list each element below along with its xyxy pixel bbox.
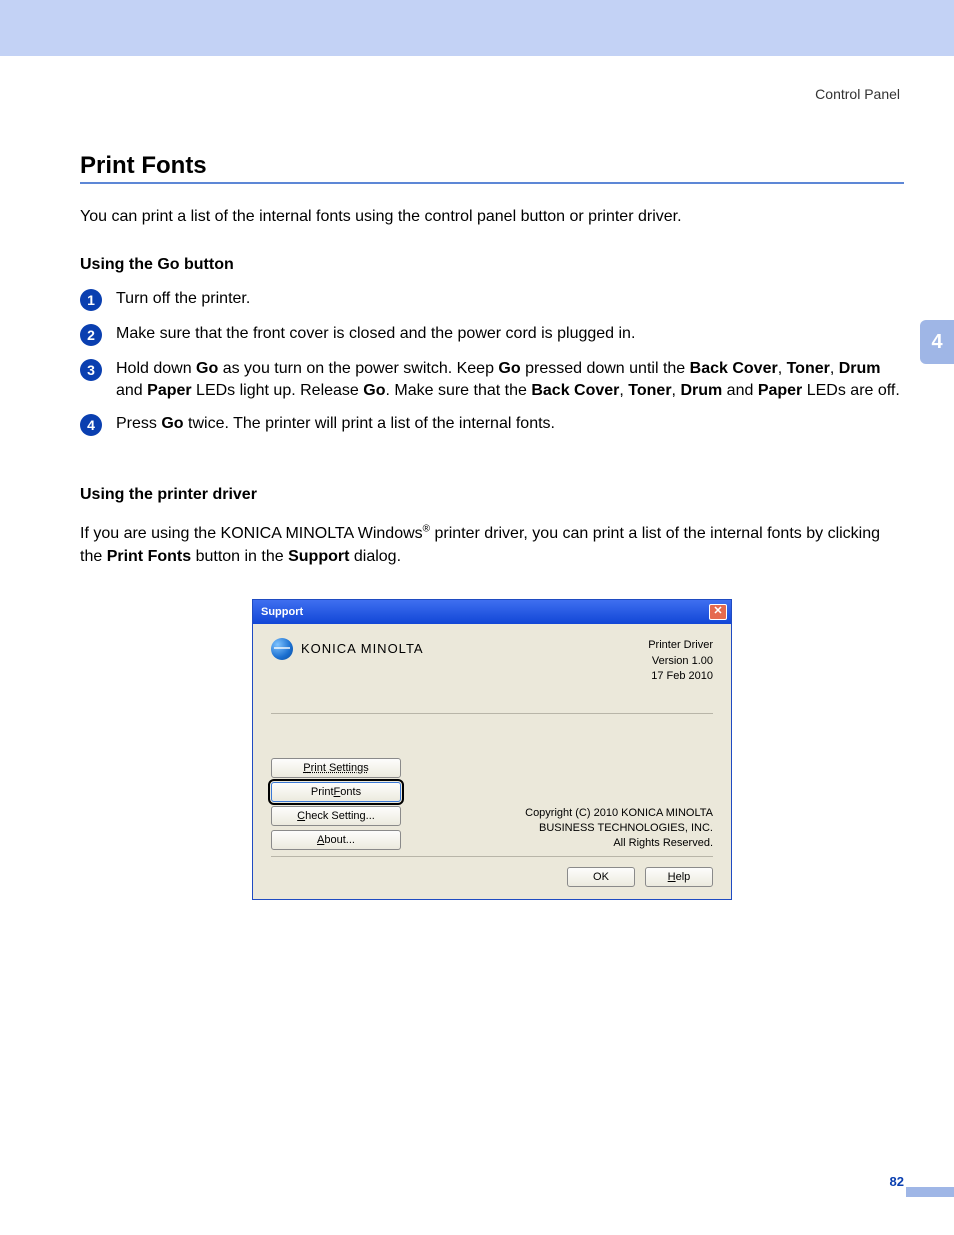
about-button[interactable]: About... [271,830,401,850]
driver-version: Version 1.00 [648,654,713,670]
header-path: Control Panel [80,86,904,102]
driver-info: Printer Driver Version 1.00 17 Feb 2010 [648,638,713,686]
close-icon[interactable]: ✕ [709,604,727,620]
step-3-text: Hold down Go as you turn on the power sw… [116,358,904,401]
intro-text: You can print a list of the internal fon… [80,208,904,226]
step-1: 1 Turn off the printer. [80,288,904,311]
step-1-text: Turn off the printer. [116,288,904,310]
page-title: Print Fonts [80,152,904,184]
step-2-text: Make sure that the front cover is closed… [116,323,904,345]
go-heading: Using the Go button [80,256,904,274]
top-band [0,0,954,56]
dialog-body: KONICA MINOLTA Printer Driver Version 1.… [253,624,731,900]
driver-label: Printer Driver [648,638,713,654]
step-number-icon: 1 [80,289,102,311]
copyright-text: Copyright (C) 2010 KONICA MINOLTA BUSINE… [525,806,713,851]
step-number-icon: 3 [80,359,102,381]
ok-button[interactable]: OK [567,867,635,887]
help-button[interactable]: Help [645,867,713,887]
step-number-icon: 4 [80,414,102,436]
support-dialog: Support ✕ KONICA MINOLTA Printer Driver … [252,599,732,901]
dialog-titlebar[interactable]: Support ✕ [253,600,731,624]
brand-name: KONICA MINOLTA [301,641,424,656]
page-stripe [906,1187,954,1197]
chapter-tab: 4 [920,320,954,364]
print-settings-button[interactable]: Print Settings [271,758,401,778]
driver-date: 17 Feb 2010 [648,669,713,685]
step-4: 4 Press Go twice. The printer will print… [80,413,904,436]
step-3: 3 Hold down Go as you turn on the power … [80,358,904,401]
dialog-title: Support [261,606,303,618]
page-content: Control Panel Print Fonts You can print … [0,56,954,900]
dialog-button-column: Print Settings Print Fonts Check Setting… [271,758,401,850]
step-2: 2 Make sure that the front cover is clos… [80,323,904,346]
check-setting-button[interactable]: Check Setting... [271,806,401,826]
driver-heading: Using the printer driver [80,486,904,504]
step-4-text: Press Go twice. The printer will print a… [116,413,904,435]
globe-logo-icon [271,638,293,660]
step-number-icon: 2 [80,324,102,346]
driver-paragraph: If you are using the KONICA MINOLTA Wind… [80,522,904,568]
dialog-footer: OK Help [271,856,713,887]
print-fonts-button[interactable]: Print Fonts [271,782,401,802]
brand-area: KONICA MINOLTA [271,638,424,660]
page-number: 82 [890,1174,904,1189]
